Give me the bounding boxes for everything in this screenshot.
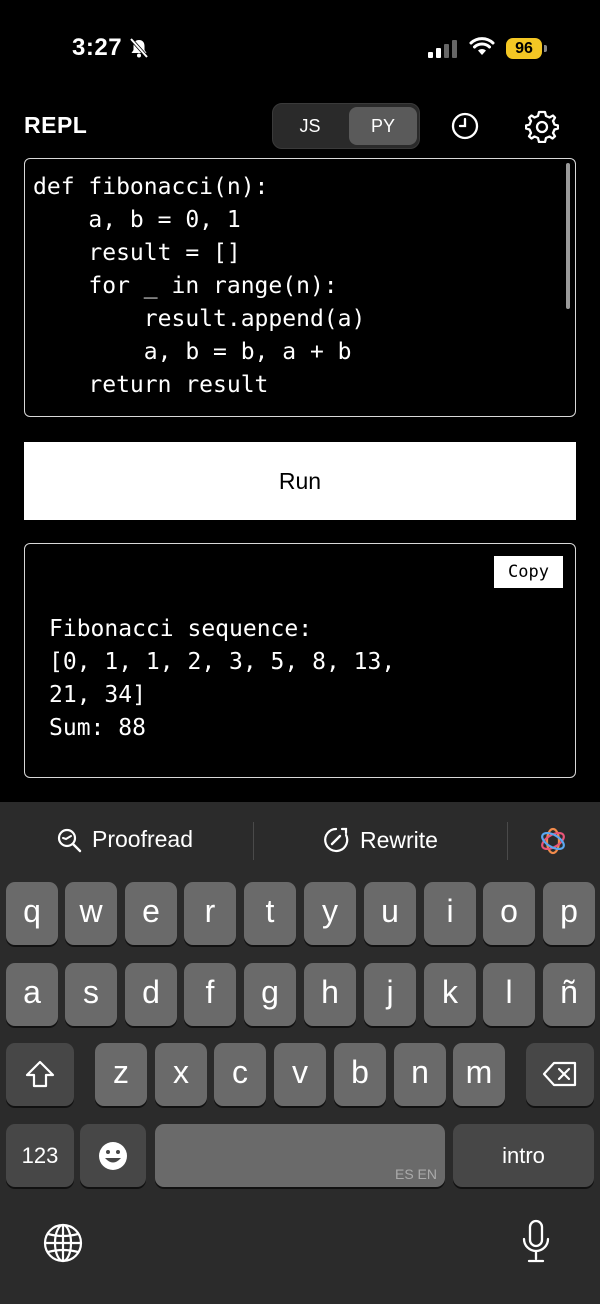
return-key[interactable]: intro [453, 1124, 594, 1187]
key-c[interactable]: c [214, 1043, 266, 1106]
keyboard: Proofread Rewrite q w e r t y u i o p a … [0, 802, 600, 1304]
key-e[interactable]: e [125, 882, 177, 945]
output-text: Fibonacci sequence: [0, 1, 1, 2, 3, 5, 8… [49, 616, 396, 741]
history-clock-icon[interactable] [450, 111, 480, 146]
key-d[interactable]: d [125, 963, 177, 1026]
cellular-signal-icon [428, 40, 460, 63]
battery-indicator: 96 [506, 38, 542, 59]
rewrite-icon [324, 827, 349, 853]
status-bar: 3:27 96 [0, 0, 600, 100]
shift-key[interactable] [6, 1043, 74, 1106]
copy-button[interactable]: Copy [494, 556, 563, 588]
status-time: 3:27 [72, 34, 123, 61]
run-button[interactable]: Run [24, 442, 576, 520]
key-y[interactable]: y [304, 882, 356, 945]
key-n-tilde[interactable]: ñ [543, 963, 595, 1026]
backspace-key[interactable] [526, 1043, 594, 1106]
tab-js[interactable]: JS [276, 107, 344, 145]
key-m[interactable]: m [453, 1043, 505, 1106]
key-l[interactable]: l [483, 963, 535, 1026]
key-s[interactable]: s [65, 963, 117, 1026]
space-language-label: ES EN [394, 1166, 437, 1182]
bell-muted-icon [128, 37, 150, 64]
key-w[interactable]: w [65, 882, 117, 945]
key-p[interactable]: p [543, 882, 595, 945]
app-title: REPL [24, 112, 88, 138]
key-k[interactable]: k [424, 963, 476, 1026]
suggestion-divider [507, 822, 508, 860]
key-n[interactable]: n [394, 1043, 446, 1106]
key-h[interactable]: h [304, 963, 356, 1026]
key-j[interactable]: j [364, 963, 416, 1026]
backspace-icon [542, 1061, 577, 1087]
proofread-label: Proofread [92, 826, 194, 852]
numbers-key[interactable]: 123 [6, 1124, 74, 1187]
key-o[interactable]: o [483, 882, 535, 945]
microphone-icon[interactable] [521, 1219, 551, 1270]
key-f[interactable]: f [184, 963, 236, 1026]
shift-arrow-icon [25, 1060, 55, 1088]
key-r[interactable]: r [184, 882, 236, 945]
key-q[interactable]: q [6, 882, 58, 945]
settings-gear-icon[interactable] [524, 109, 560, 148]
output-panel: Copy Fibonacci sequence: [0, 1, 1, 2, 3,… [24, 543, 576, 778]
code-text[interactable]: def fibonacci(n): a, b = 0, 1 result = [… [25, 159, 575, 402]
key-i[interactable]: i [424, 882, 476, 945]
emoji-key[interactable] [80, 1124, 146, 1187]
rewrite-label: Rewrite [360, 826, 438, 853]
key-a[interactable]: a [6, 963, 58, 1026]
globe-icon[interactable] [42, 1222, 84, 1269]
rewrite-button[interactable]: Rewrite [322, 826, 438, 854]
apple-intelligence-button[interactable] [538, 826, 568, 856]
code-editor[interactable]: def fibonacci(n): a, b = 0, 1 result = [… [24, 158, 576, 417]
emoji-icon [99, 1142, 127, 1170]
space-bar[interactable]: ES EN [155, 1124, 445, 1187]
key-v[interactable]: v [274, 1043, 326, 1106]
key-x[interactable]: x [155, 1043, 207, 1106]
wifi-icon [469, 37, 495, 62]
proofread-button[interactable]: Proofread [56, 826, 193, 853]
key-t[interactable]: t [244, 882, 296, 945]
key-g[interactable]: g [244, 963, 296, 1026]
suggestion-divider [253, 822, 254, 860]
language-switcher: JS PY [272, 103, 420, 149]
key-b[interactable]: b [334, 1043, 386, 1106]
key-z[interactable]: z [95, 1043, 147, 1106]
battery-cap [544, 45, 547, 52]
magnifier-check-icon [57, 828, 82, 852]
suggestion-bar: Proofread Rewrite [0, 802, 600, 882]
tab-py[interactable]: PY [349, 107, 417, 145]
apple-intelligence-icon [541, 827, 565, 855]
key-u[interactable]: u [364, 882, 416, 945]
editor-scrollbar[interactable] [566, 163, 570, 309]
